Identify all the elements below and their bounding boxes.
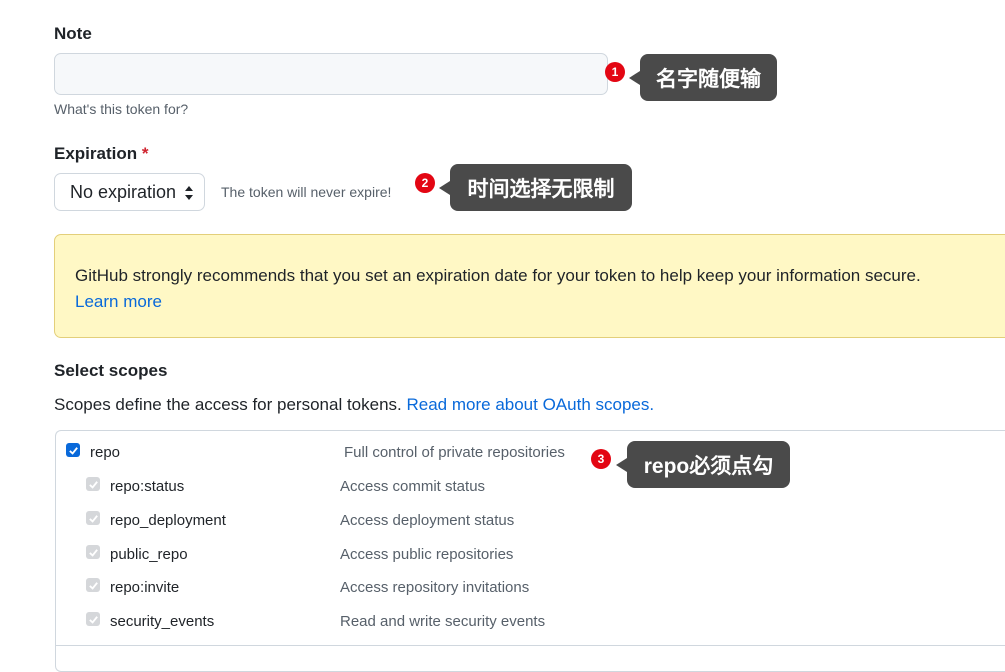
scopes-description: Scopes define the access for personal to… bbox=[54, 395, 402, 414]
expiration-select[interactable]: No expiration bbox=[54, 173, 205, 211]
annotation-callout-3: repo必须点勾 bbox=[616, 441, 790, 488]
warning-text-block: GitHub strongly recommends that you set … bbox=[75, 263, 921, 315]
scope-name-repo-invite: repo:invite bbox=[110, 579, 180, 596]
expiration-hint: The token will never expire! bbox=[221, 184, 392, 200]
scope-name-repo-deployment: repo_deployment bbox=[110, 512, 226, 529]
annotation-badge-2: 2 bbox=[415, 173, 435, 193]
warning-message: GitHub strongly recommends that you set … bbox=[75, 266, 921, 285]
scope-name-repo-status: repo:status bbox=[110, 478, 185, 495]
scope-desc-repo: Full control of private repositories bbox=[344, 444, 565, 461]
scope-name-public-repo: public_repo bbox=[110, 546, 188, 563]
scopes-divider bbox=[56, 645, 1005, 646]
scopes-list bbox=[55, 430, 1005, 672]
annotation-callout-1: 名字随便输 bbox=[629, 54, 777, 101]
scopes-title: Select scopes bbox=[54, 361, 168, 380]
expiration-label-text: Expiration bbox=[54, 144, 138, 163]
checkmark-icon bbox=[88, 615, 98, 624]
repo-invite-checkbox[interactable] bbox=[86, 578, 100, 592]
scope-name-repo: repo bbox=[90, 444, 121, 461]
scope-name-security-events: security_events bbox=[110, 613, 215, 630]
checkmark-icon bbox=[68, 446, 78, 455]
public-repo-checkbox[interactable] bbox=[86, 545, 100, 559]
scope-desc-public-repo: Access public repositories bbox=[340, 546, 514, 563]
scope-desc-repo-deployment: Access deployment status bbox=[340, 512, 515, 529]
scope-desc-repo-status: Access commit status bbox=[340, 478, 486, 495]
annotation-callout-2: 时间选择无限制 bbox=[439, 164, 632, 211]
checkmark-icon bbox=[88, 548, 98, 557]
oauth-scopes-link[interactable]: Read more about OAuth scopes. bbox=[407, 395, 655, 414]
annotation-badge-3: 3 bbox=[591, 449, 611, 469]
annotation-badge-1: 1 bbox=[605, 62, 625, 82]
repo-deployment-checkbox[interactable] bbox=[86, 511, 100, 525]
scopes-description-line: Scopes define the access for personal to… bbox=[54, 395, 654, 415]
select-arrows-icon bbox=[185, 186, 193, 200]
scope-desc-security-events: Read and write security events bbox=[340, 613, 546, 630]
note-hint: What's this token for? bbox=[54, 101, 189, 117]
required-mark: * bbox=[141, 144, 149, 163]
expiration-label: Expiration * bbox=[54, 144, 148, 164]
repo-status-checkbox[interactable] bbox=[86, 477, 100, 491]
repo-checkbox[interactable] bbox=[66, 443, 80, 457]
checkmark-icon bbox=[88, 514, 98, 523]
checkmark-icon bbox=[88, 480, 98, 489]
checkmark-icon bbox=[88, 581, 98, 590]
note-input[interactable] bbox=[54, 53, 608, 95]
note-label: Note bbox=[54, 24, 92, 43]
learn-more-link[interactable]: Learn more bbox=[75, 292, 162, 311]
scope-desc-repo-invite: Access repository invitations bbox=[340, 579, 530, 596]
expiration-select-value: No expiration bbox=[70, 181, 177, 202]
security-events-checkbox[interactable] bbox=[86, 612, 100, 626]
